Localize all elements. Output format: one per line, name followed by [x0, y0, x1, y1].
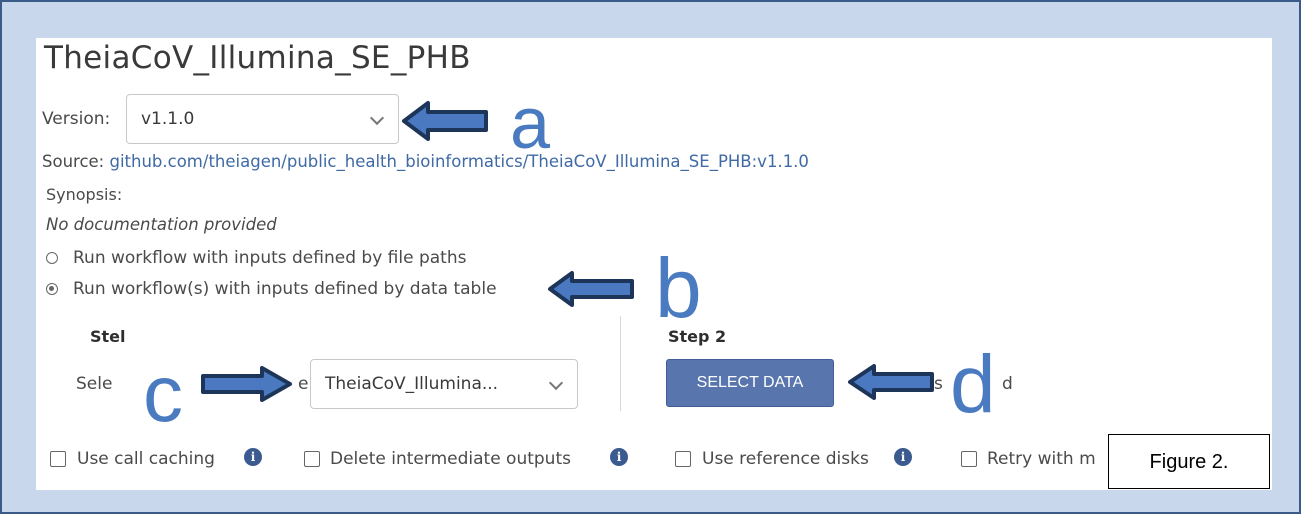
annotation-letter-a: a [510, 84, 551, 164]
annotation-letter-d: d [950, 339, 996, 430]
annotation-letter-b: b [655, 241, 702, 335]
annotation-arrow-a [402, 101, 488, 141]
annotation-arrow-b [548, 271, 634, 307]
annotation-overlay [201, 101, 934, 402]
annotation-letter-c: c [143, 349, 183, 438]
annotation-arrow-d [848, 364, 934, 400]
annotation-arrow-c [201, 366, 292, 402]
figure-caption: Figure 2. [1108, 434, 1270, 489]
